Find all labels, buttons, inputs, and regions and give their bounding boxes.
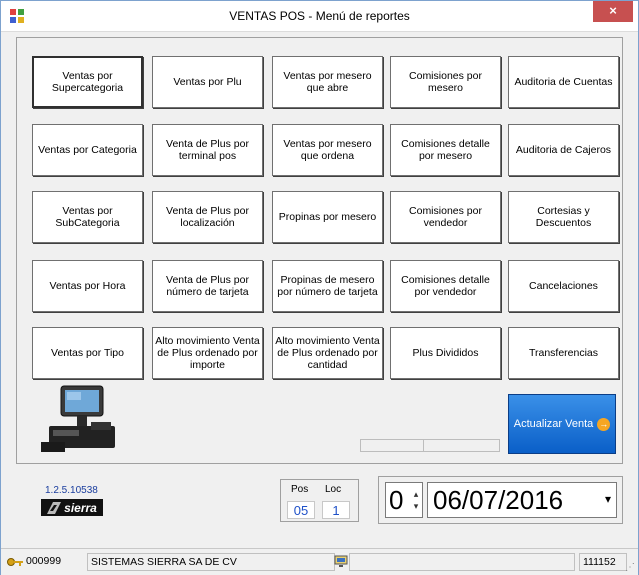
report-auditoria-de-cuentas[interactable]: Auditoria de Cuentas [508, 56, 619, 108]
report-alto-movimiento-importe[interactable]: Alto movimiento Venta de Plus ordenado p… [152, 327, 263, 379]
report-alto-movimiento-cantidad[interactable]: Alto movimiento Venta de Plus ordenado p… [272, 327, 383, 379]
title-bar: VENTAS POS - Menú de reportes × [1, 1, 638, 32]
status-code: 000999 [26, 555, 62, 567]
loc-header: Loc [325, 484, 342, 495]
report-cancelaciones[interactable]: Cancelaciones [508, 260, 619, 312]
report-menu-window: VENTAS POS - Menú de reportes × Ventas p… [0, 0, 639, 575]
report-ventas-por-mesero-que-abre[interactable]: Ventas por mesero que abre [272, 56, 383, 108]
pos-terminal-icon [41, 385, 115, 452]
close-button[interactable]: × [593, 1, 633, 22]
actualizar-venta-button[interactable]: Actualizar Venta → [508, 394, 616, 454]
date-selector-group: 0 ▴ ▾ 06/07/2016 ▾ [378, 476, 623, 524]
resize-grip-icon[interactable]: ⋰ [625, 562, 635, 573]
sierra-logo: sierra [41, 499, 103, 516]
sierra-logo-mark-icon [47, 501, 62, 514]
loc-value: 1 [322, 501, 350, 519]
report-ventas-por-mesero-que-ordena[interactable]: Ventas por mesero que ordena [272, 124, 383, 176]
arrow-right-circle-icon: → [597, 417, 611, 431]
date-value: 06/07/2016 [433, 485, 564, 515]
report-venta-plus-numero-tarjeta[interactable]: Venta de Plus por número de tarjeta [152, 260, 263, 312]
status-company: SISTEMAS SIERRA SA DE CV [87, 553, 335, 571]
actualizar-venta-label: Actualizar Venta [513, 418, 594, 430]
report-comisiones-detalle-por-mesero[interactable]: Comisiones detalle por mesero [390, 124, 501, 176]
report-auditoria-de-cajeros[interactable]: Auditoria de Cajeros [508, 124, 619, 176]
report-venta-plus-terminal-pos[interactable]: Venta de Plus por terminal pos [152, 124, 263, 176]
report-ventas-por-categoria[interactable]: Ventas por Categoria [32, 124, 143, 176]
report-propinas-mesero-numero-tarjeta[interactable]: Propinas de mesero por número de tarjeta [272, 260, 383, 312]
chevron-down-icon[interactable]: ▾ [605, 492, 611, 506]
report-ventas-por-tipo[interactable]: Ventas por Tipo [32, 327, 143, 379]
progress-divider [423, 440, 424, 451]
network-computer-icon [334, 555, 348, 567]
sierra-logo-text: sierra [64, 500, 97, 515]
pos-header: Pos [291, 484, 309, 495]
report-plus-divididos[interactable]: Plus Divididos [390, 327, 501, 379]
report-ventas-por-supercategoria[interactable]: Ventas por Supercategoria [32, 56, 143, 108]
report-propinas-por-mesero[interactable]: Propinas por mesero [272, 191, 383, 243]
spinner-arrows-icon[interactable]: ▴ ▾ [411, 488, 421, 512]
report-comisiones-por-mesero[interactable]: Comisiones por mesero [390, 56, 501, 108]
report-ventas-por-subcategoria[interactable]: Ventas por SubCategoria [32, 191, 143, 243]
report-ventas-por-plu[interactable]: Ventas por Plu [152, 56, 263, 108]
report-comisiones-por-vendedor[interactable]: Comisiones por vendedor [390, 191, 501, 243]
date-picker[interactable]: 06/07/2016 ▾ [427, 482, 617, 518]
key-icon [7, 558, 23, 566]
pos-loc-box: Pos Loc 05 1 [280, 479, 359, 522]
window-title: VENTAS POS - Menú de reportes [229, 9, 410, 23]
report-ventas-por-hora[interactable]: Ventas por Hora [32, 260, 143, 312]
report-venta-plus-localizacion[interactable]: Venta de Plus por localización [152, 191, 263, 243]
status-right-value: 111152 [579, 553, 627, 571]
version-label: 1.2.5.10538 [45, 485, 98, 496]
day-offset-spinner[interactable]: 0 ▴ ▾ [385, 482, 423, 518]
spinner-value: 0 [389, 485, 404, 515]
pos-value: 05 [287, 501, 315, 519]
report-cortesias-y-descuentos[interactable]: Cortesias y Descuentos [508, 191, 619, 243]
progress-bar [360, 439, 500, 452]
report-comisiones-detalle-por-vendedor[interactable]: Comisiones detalle por vendedor [390, 260, 501, 312]
report-transferencias[interactable]: Transferencias [508, 327, 619, 379]
status-empty-cell [349, 553, 575, 571]
status-bar: 000999 SISTEMAS SIERRA SA DE CV 111152 ⋰ [1, 548, 638, 575]
